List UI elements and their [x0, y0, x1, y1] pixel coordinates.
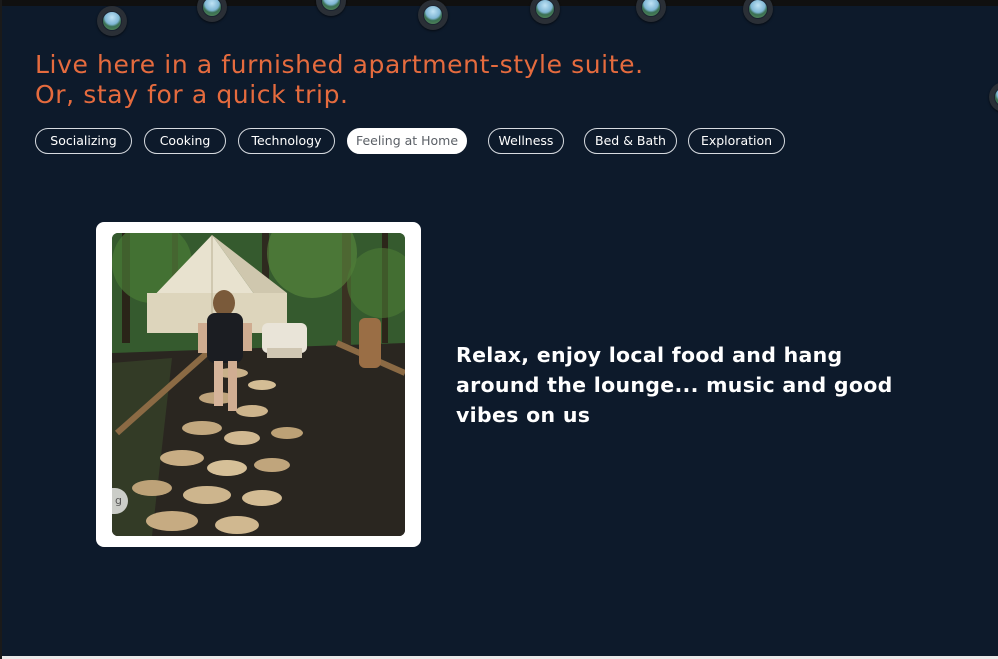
tab-cooking[interactable]: Cooking	[144, 128, 226, 154]
globe-icon[interactable]	[418, 0, 448, 30]
globe-icon[interactable]	[743, 0, 773, 24]
tab-feeling-at-home[interactable]: Feeling at Home	[347, 128, 467, 154]
feature-caption: Relax, enjoy local food and hang around …	[456, 343, 893, 427]
headline-line-2: Or, stay for a quick trip.	[35, 80, 349, 109]
top-bar	[2, 0, 998, 6]
feature-card: g	[96, 222, 421, 547]
globe-icon[interactable]	[316, 0, 346, 16]
tab-bed-and-bath[interactable]: Bed & Bath	[584, 128, 677, 154]
page-headline: Live here in a furnished apartment-style…	[35, 50, 644, 110]
globe-icon[interactable]	[636, 0, 666, 22]
globe-icon[interactable]	[530, 0, 560, 24]
tab-wellness[interactable]: Wellness	[488, 128, 564, 154]
tab-exploration[interactable]: Exploration	[688, 128, 785, 154]
globe-icon[interactable]	[197, 0, 227, 22]
tab-socializing[interactable]: Socializing	[35, 128, 132, 154]
globe-icon[interactable]	[97, 6, 127, 36]
feature-photo[interactable]: g	[112, 233, 405, 536]
forest-scene-illustration	[112, 233, 405, 536]
tab-technology[interactable]: Technology	[238, 128, 335, 154]
page: Live here in a furnished apartment-style…	[0, 0, 998, 659]
headline-line-1: Live here in a furnished apartment-style…	[35, 50, 644, 79]
globe-icon[interactable]	[989, 82, 998, 112]
